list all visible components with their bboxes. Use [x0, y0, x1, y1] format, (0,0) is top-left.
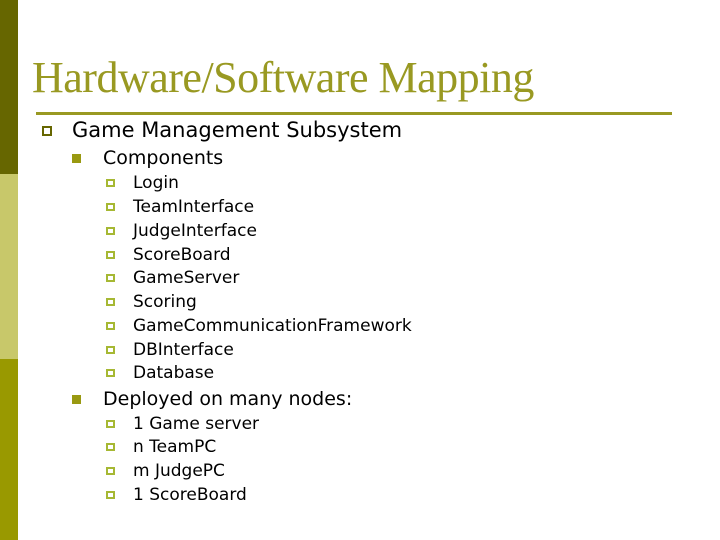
- component-name: DBInterface: [133, 340, 234, 360]
- hollow-square-icon: [106, 491, 115, 499]
- hollow-square-icon: [106, 467, 115, 475]
- bullet-components: Components: [72, 147, 223, 169]
- component-name: Login: [133, 173, 179, 193]
- node-entry: 1 ScoreBoard: [133, 485, 247, 505]
- component-name: GameCommunicationFramework: [133, 316, 412, 336]
- hollow-square-icon: [106, 227, 115, 235]
- component-name: GameServer: [133, 268, 240, 288]
- list-item: Database: [106, 363, 214, 383]
- side-bar-bright: [0, 359, 18, 540]
- component-name: ScoreBoard: [133, 245, 231, 265]
- bullet-text: Game Management Subsystem: [72, 118, 403, 142]
- list-item: Login: [106, 173, 179, 193]
- hollow-square-icon: [106, 369, 115, 377]
- side-bar-light: [0, 174, 18, 359]
- bullet-level1: Game Management Subsystem: [42, 118, 402, 142]
- hollow-square-icon: [106, 203, 115, 211]
- component-name: TeamInterface: [133, 197, 255, 217]
- list-item: DBInterface: [106, 340, 234, 360]
- list-item: JudgeInterface: [106, 221, 257, 241]
- hollow-square-icon: [106, 274, 115, 282]
- component-name: JudgeInterface: [133, 221, 257, 241]
- bullet-deployment: Deployed on many nodes:: [72, 388, 352, 410]
- node-entry: n TeamPC: [133, 437, 217, 457]
- slide-title: Hardware/Software Mapping: [32, 53, 534, 102]
- hollow-square-icon: [106, 443, 115, 451]
- filled-square-icon: [72, 154, 81, 163]
- hollow-square-icon: [106, 420, 115, 428]
- side-bar-dark: [0, 0, 18, 174]
- hollow-square-icon: [106, 346, 115, 354]
- list-item: Scoring: [106, 292, 197, 312]
- filled-square-icon: [72, 395, 81, 404]
- node-entry: 1 Game server: [133, 414, 260, 434]
- bullet-text: Components: [103, 147, 224, 169]
- list-item: GameCommunicationFramework: [106, 316, 412, 336]
- list-item: 1 ScoreBoard: [106, 485, 247, 505]
- hollow-square-icon: [42, 126, 52, 136]
- list-item: GameServer: [106, 268, 239, 288]
- node-entry: m JudgePC: [133, 461, 225, 481]
- hollow-square-icon: [106, 179, 115, 187]
- hollow-square-icon: [106, 322, 115, 330]
- component-name: Scoring: [133, 292, 197, 312]
- list-item: TeamInterface: [106, 197, 254, 217]
- list-item: 1 Game server: [106, 414, 259, 434]
- hollow-square-icon: [106, 298, 115, 306]
- bullet-text: Deployed on many nodes:: [103, 388, 353, 410]
- hollow-square-icon: [106, 251, 115, 259]
- component-name: Database: [133, 363, 215, 383]
- title-underline: [36, 112, 672, 115]
- list-item: m JudgePC: [106, 461, 225, 481]
- list-item: ScoreBoard: [106, 245, 231, 265]
- list-item: n TeamPC: [106, 437, 216, 457]
